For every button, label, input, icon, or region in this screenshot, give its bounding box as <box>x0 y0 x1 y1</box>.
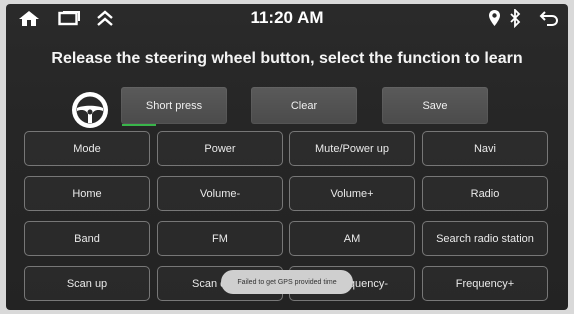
function-band[interactable]: Band <box>24 221 150 256</box>
short-press-button[interactable]: Short press <box>121 87 227 124</box>
steering-wheel-icon <box>72 92 108 128</box>
function-mode[interactable]: Mode <box>24 131 150 166</box>
location-icon <box>489 10 500 26</box>
function-scan-up[interactable]: Scan up <box>24 266 150 301</box>
function-search-radio-station[interactable]: Search radio station <box>422 221 548 256</box>
selection-underline <box>122 124 156 126</box>
function-mute-power-up[interactable]: Mute/Power up <box>289 131 415 166</box>
gps-toast-message: Failed to get GPS provided time <box>221 270 353 294</box>
function-power[interactable]: Power <box>157 131 283 166</box>
instruction-title: Release the steering wheel button, selec… <box>51 50 523 67</box>
function-am[interactable]: AM <box>289 221 415 256</box>
back-icon[interactable] <box>539 10 559 26</box>
function-home[interactable]: Home <box>24 176 150 211</box>
bluetooth-icon <box>510 9 521 28</box>
save-button[interactable]: Save <box>382 87 488 124</box>
function-volume-up[interactable]: Volume+ <box>289 176 415 211</box>
function-radio[interactable]: Radio <box>422 176 548 211</box>
clock: 11:20 AM <box>250 8 324 27</box>
status-bar: 11:20 AM <box>6 4 568 34</box>
clear-button[interactable]: Clear <box>251 87 357 124</box>
function-navi[interactable]: Navi <box>422 131 548 166</box>
function-volume-down[interactable]: Volume- <box>157 176 283 211</box>
function-fm[interactable]: FM <box>157 221 283 256</box>
function-frequency-up[interactable]: Frequency+ <box>422 266 548 301</box>
learning-screen: 11:20 AM Release the steering wheel butt… <box>6 4 568 310</box>
